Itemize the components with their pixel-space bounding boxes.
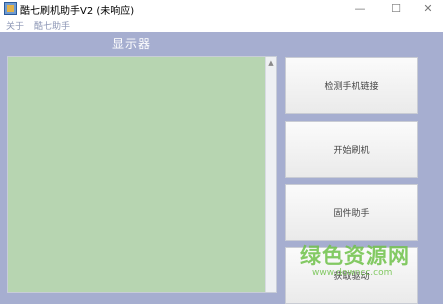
menu-kuqi-assistant[interactable]: 酷七助手 (34, 19, 70, 32)
watermark-url: www.downcc.com (312, 268, 393, 278)
detect-phone-connection-button[interactable]: 检测手机链接 (285, 57, 418, 114)
close-button[interactable]: ✕ (413, 0, 443, 18)
window-title: 酷七刷机助手V2 (未响应) (20, 6, 135, 17)
maximize-button[interactable]: ☐ (381, 0, 411, 18)
display-scrollbar[interactable]: ▲ (265, 57, 276, 292)
display-panel[interactable]: ▲ (7, 56, 277, 293)
display-label: 显示器 (112, 37, 152, 51)
minimize-button[interactable]: — (345, 0, 375, 18)
menu-bar: 关于 酷七助手 (0, 18, 443, 32)
scroll-up-arrow-icon[interactable]: ▲ (266, 59, 276, 67)
start-flash-button[interactable]: 开始刷机 (285, 121, 418, 178)
firmware-assistant-button[interactable]: 固件助手 (285, 184, 418, 241)
app-icon (4, 2, 17, 15)
title-bar: 酷七刷机助手V2 (未响应) — ☐ ✕ (0, 0, 443, 18)
menu-about[interactable]: 关于 (6, 19, 24, 32)
watermark-text: 绿色资源网 (300, 244, 410, 268)
